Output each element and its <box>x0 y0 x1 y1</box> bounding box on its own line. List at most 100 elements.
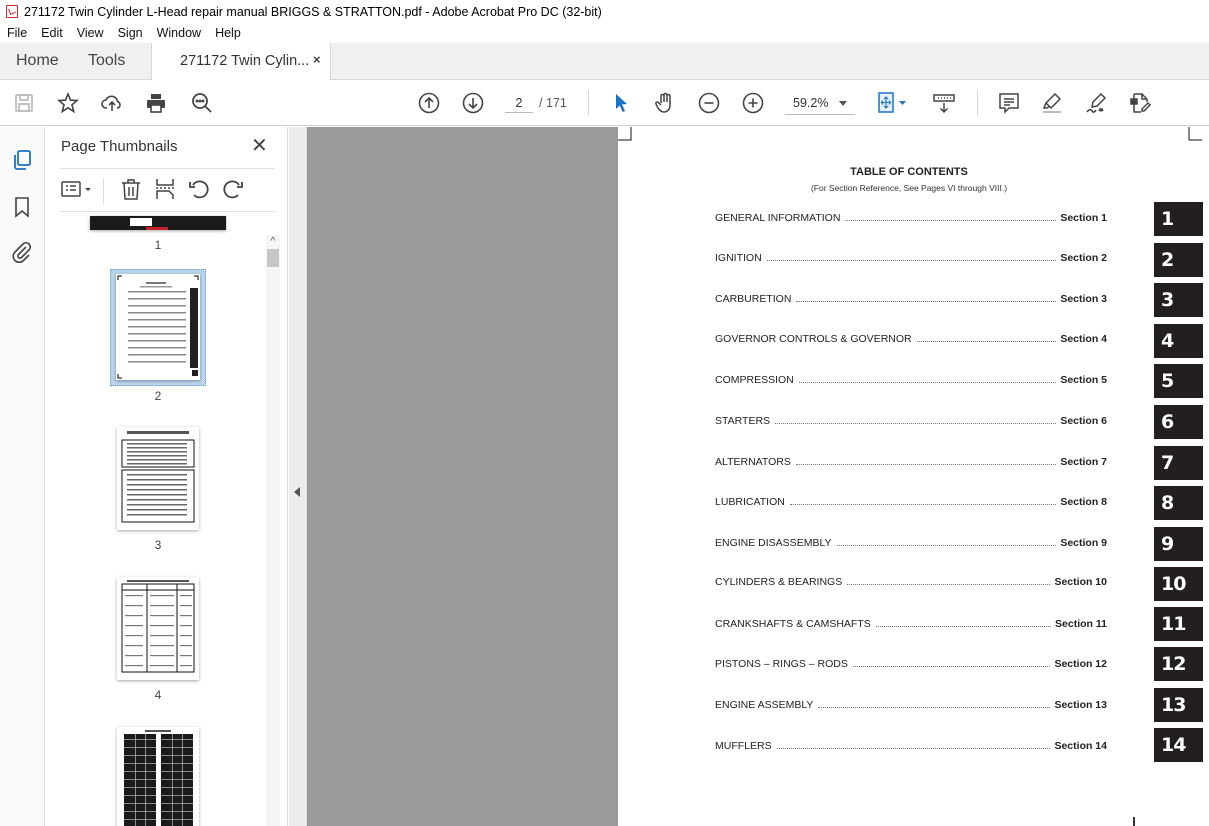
toc-entry-title: ENGINE ASSEMBLY <box>715 699 814 711</box>
insert-page-icon[interactable] <box>153 177 177 201</box>
search-zoom-icon[interactable] <box>190 91 214 115</box>
toc-entry-title: ENGINE DISASSEMBLY <box>715 537 832 549</box>
toc-entry-title: CARBURETION <box>715 293 792 305</box>
zoom-level-select[interactable]: 59.2% <box>785 93 855 115</box>
rotate-clockwise-icon[interactable] <box>221 177 245 201</box>
bookmark-star-icon[interactable] <box>56 91 80 115</box>
toc-entry[interactable]: GOVERNOR CONTROLS & GOVERNOR Section 4 <box>715 331 1107 345</box>
toc-entry[interactable]: MUFFLERS Section 14 <box>715 738 1107 752</box>
section-tab-marker: 6 <box>1154 405 1203 439</box>
select-pointer-icon[interactable] <box>609 91 633 115</box>
chevron-down-icon <box>839 101 847 106</box>
toc-entry[interactable]: ALTERNATORS Section 7 <box>715 454 1107 468</box>
section-tab-marker: 7 <box>1154 446 1203 480</box>
toc-entry-title: CRANKSHAFTS & CAMSHAFTS <box>715 618 871 630</box>
toc-entry[interactable]: IGNITION Section 2 <box>715 250 1107 264</box>
toc-entry[interactable]: ENGINE ASSEMBLY Section 13 <box>715 697 1107 711</box>
thumbnail-page-number: 3 <box>154 538 162 552</box>
pdf-page: TABLE OF CONTENTS (For Section Reference… <box>618 127 1209 826</box>
section-tab-marker: 14 <box>1154 728 1203 762</box>
collapse-panel-arrow-icon[interactable] <box>294 487 300 497</box>
section-tab-marker: 12 <box>1154 647 1203 681</box>
toc-entry[interactable]: CYLINDERS & BEARINGS Section 10 <box>715 574 1107 588</box>
tab-document[interactable]: 271172 Twin Cylin... × <box>151 43 331 80</box>
print-icon[interactable] <box>144 91 168 115</box>
panel-toolbar-divider <box>103 178 104 204</box>
toc-entry-title: ALTERNATORS <box>715 456 791 468</box>
toc-leader-dots <box>766 260 1057 261</box>
menu-sign[interactable]: Sign <box>111 26 150 40</box>
sign-icon[interactable] <box>1084 91 1108 115</box>
thumbnail-list: 1 2 3 4 <box>45 212 265 826</box>
menu-window[interactable]: Window <box>150 26 208 40</box>
toc-entry-section: Section 12 <box>1054 658 1107 670</box>
zoom-out-icon[interactable] <box>697 91 721 115</box>
toc-leader-dots <box>795 464 1057 465</box>
delete-page-icon[interactable] <box>119 177 143 201</box>
fit-page-icon[interactable] <box>876 91 912 115</box>
toc-entry-section: Section 14 <box>1054 740 1107 752</box>
acrobat-logo-icon <box>6 5 18 18</box>
highlight-icon[interactable] <box>1040 91 1064 115</box>
page-down-icon[interactable] <box>461 91 485 115</box>
hand-tool-icon[interactable] <box>653 91 677 115</box>
bookmarks-icon[interactable] <box>10 195 34 219</box>
tab-tools[interactable]: Tools <box>88 52 125 70</box>
menu-edit[interactable]: Edit <box>34 26 70 40</box>
page-thumbnails-panel: Page Thumbnails ✕ 1 2 3 4 ^ <box>45 127 288 826</box>
comment-icon[interactable] <box>997 91 1021 115</box>
thumbnail-scrollbar[interactable]: ^ <box>266 235 280 826</box>
upload-cloud-icon[interactable] <box>100 91 124 115</box>
toc-entry[interactable]: LUBRICATION Section 8 <box>715 494 1107 508</box>
toc-entry[interactable]: COMPRESSION Section 5 <box>715 372 1107 386</box>
tab-bar: Home Tools 271172 Twin Cylin... × <box>0 43 1209 80</box>
rotate-counterclockwise-icon[interactable] <box>187 177 211 201</box>
edit-pdf-icon[interactable] <box>1128 91 1152 115</box>
page-number-input[interactable]: 2 <box>505 93 533 113</box>
toc-entry-section: Section 2 <box>1060 252 1107 264</box>
toc-entry-section: Section 1 <box>1060 212 1107 224</box>
page-thumbnails-icon[interactable] <box>10 148 34 172</box>
menu-file[interactable]: File <box>0 26 34 40</box>
toc-entry[interactable]: ENGINE DISASSEMBLY Section 9 <box>715 535 1107 549</box>
page-footer-number <box>1133 817 1135 826</box>
toc-leader-dots <box>796 301 1057 302</box>
scroll-mode-icon[interactable] <box>932 91 956 115</box>
window-title: 271172 Twin Cylinder L-Head repair manua… <box>24 4 602 19</box>
toc-leader-dots <box>852 666 1051 667</box>
crop-mark-icon <box>618 127 632 141</box>
scroll-up-arrow-icon[interactable]: ^ <box>266 235 280 249</box>
toc-entry[interactable]: CARBURETION Section 3 <box>715 291 1107 305</box>
toc-entry-title: COMPRESSION <box>715 374 794 386</box>
left-navigation-rail <box>0 127 45 826</box>
thumbnail-page-1[interactable] <box>90 216 226 230</box>
section-tab-marker: 9 <box>1154 527 1203 561</box>
toc-entry-section: Section 9 <box>1060 537 1107 549</box>
toc-entry-section: Section 6 <box>1060 415 1107 427</box>
close-panel-icon[interactable]: ✕ <box>251 136 268 156</box>
scrollbar-thumb[interactable] <box>267 249 279 267</box>
toc-entry[interactable]: GENERAL INFORMATION Section 1 <box>715 210 1107 224</box>
page-up-icon[interactable] <box>417 91 441 115</box>
menu-view[interactable]: View <box>70 26 111 40</box>
thumbnail-page-3[interactable] <box>117 427 199 530</box>
thumbnail-page-5[interactable] <box>117 727 199 826</box>
thumbnail-options-icon[interactable] <box>60 177 96 201</box>
section-tab-marker: 13 <box>1154 688 1203 722</box>
toc-entry[interactable]: STARTERS Section 6 <box>715 413 1107 427</box>
toc-entry[interactable]: PISTONS – RINGS – RODS Section 12 <box>715 656 1107 670</box>
section-tab-marker: 8 <box>1154 486 1203 520</box>
section-tab-marker: 2 <box>1154 243 1203 277</box>
panel-splitter[interactable] <box>289 127 307 826</box>
attachments-icon[interactable] <box>10 240 34 264</box>
menu-help[interactable]: Help <box>208 26 248 40</box>
thumbnail-page-4[interactable] <box>117 577 199 680</box>
close-tab-icon[interactable]: × <box>313 52 321 67</box>
save-icon[interactable] <box>12 91 36 115</box>
tab-home[interactable]: Home <box>16 52 59 70</box>
thumbnail-page-2[interactable] <box>116 274 200 380</box>
toc-entry-section: Section 13 <box>1054 699 1107 711</box>
zoom-in-icon[interactable] <box>741 91 765 115</box>
thumbnail-page-number: 4 <box>154 688 162 702</box>
toc-entry[interactable]: CRANKSHAFTS & CAMSHAFTS Section 11 <box>715 616 1107 630</box>
